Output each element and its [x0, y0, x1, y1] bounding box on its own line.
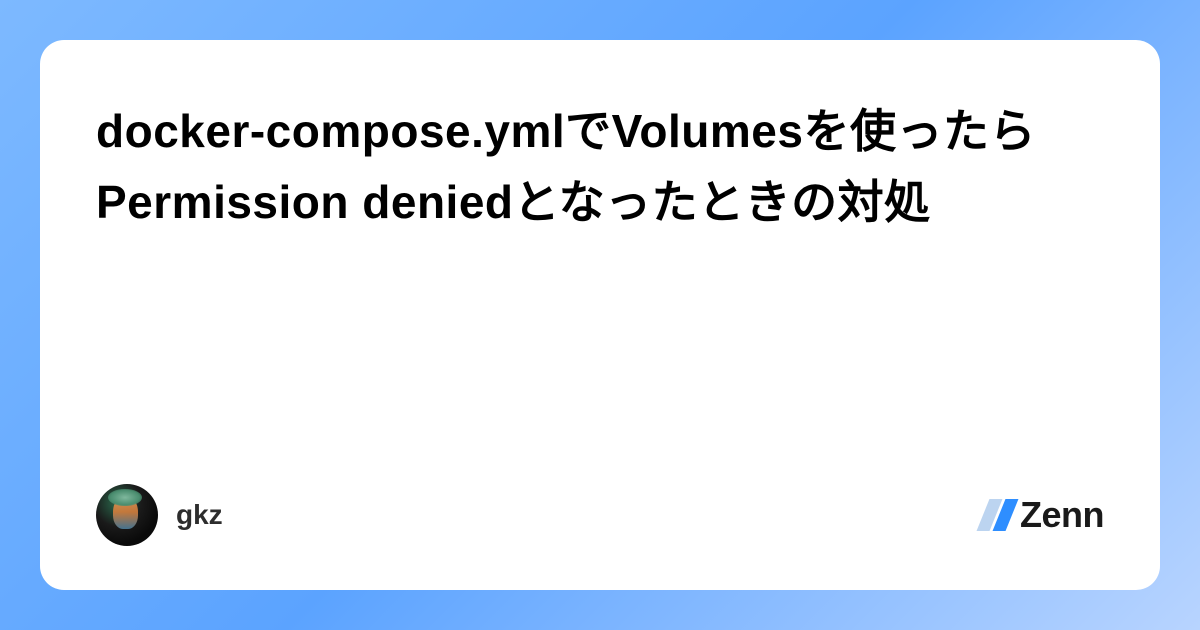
platform-name: Zenn — [1020, 494, 1104, 536]
article-title: docker-compose.ymlでVolumesを使ったらPermissio… — [96, 96, 1104, 239]
author-name: gkz — [176, 499, 223, 531]
zenn-logo-icon — [983, 499, 1012, 531]
article-card: docker-compose.ymlでVolumesを使ったらPermissio… — [40, 40, 1160, 590]
author-avatar — [96, 484, 158, 546]
author-block[interactable]: gkz — [96, 484, 223, 546]
card-footer: gkz Zenn — [96, 484, 1104, 546]
platform-brand[interactable]: Zenn — [983, 494, 1104, 536]
